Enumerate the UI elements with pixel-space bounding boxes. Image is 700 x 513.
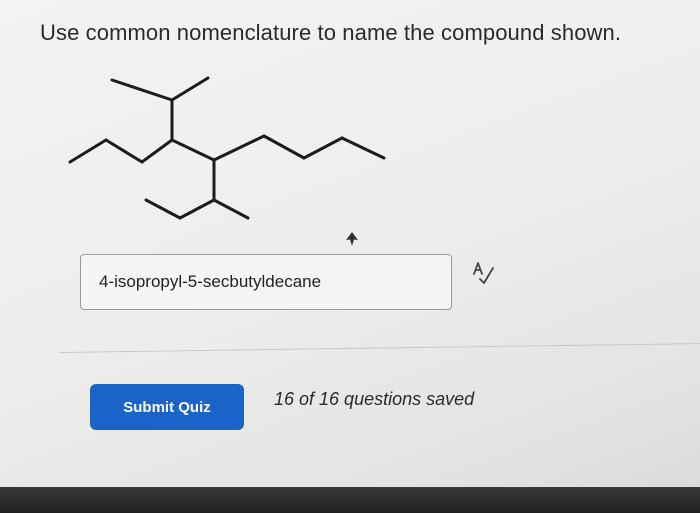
bond [110, 78, 174, 102]
bond [302, 136, 344, 160]
bond [340, 136, 386, 160]
bond [170, 138, 216, 162]
bond [68, 138, 108, 164]
bond [104, 138, 144, 164]
mouse-cursor-icon [346, 232, 358, 246]
bond [178, 198, 216, 220]
bond [212, 134, 266, 162]
bond [144, 198, 182, 220]
divider [59, 343, 700, 353]
answer-input[interactable] [80, 254, 452, 310]
bond [170, 76, 210, 102]
bond [212, 198, 250, 220]
bond [140, 138, 174, 164]
spellcheck-icon[interactable] [470, 260, 496, 286]
question-prompt: Use common nomenclature to name the comp… [40, 20, 622, 45]
screen-bezel [0, 487, 700, 513]
submit-quiz-button[interactable]: Submit Quiz [90, 384, 244, 430]
save-status-text: 16 of 16 questions saved [274, 389, 475, 409]
skeletal-structure-diagram [68, 76, 386, 220]
bond [262, 134, 306, 160]
